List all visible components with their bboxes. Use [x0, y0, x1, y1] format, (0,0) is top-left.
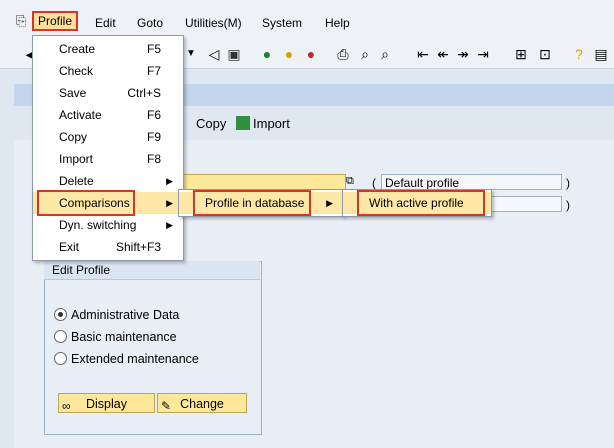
menu-item-label: Import — [59, 152, 94, 166]
submenu-arrow-icon: ▶ — [166, 220, 173, 230]
pencil-icon: ✎ — [161, 399, 172, 413]
find-next-icon[interactable]: ⌕ — [376, 45, 394, 63]
menu-item-label: Create — [59, 42, 96, 56]
comparisons-highlight — [37, 190, 135, 216]
close-paren: ) — [566, 176, 570, 190]
close-paren-2: ) — [566, 198, 570, 212]
menu-item-create[interactable]: Create F5 — [33, 38, 183, 60]
submenu-arrow-icon: ▶ — [166, 176, 173, 186]
radio-selected-icon — [54, 308, 67, 321]
menu-item-activate[interactable]: Activate F6 — [33, 104, 183, 126]
last-page-icon[interactable]: ⇥ — [474, 45, 492, 63]
profile-menu: Create F5 Check F7 Save Ctrl+S Activate F6 C… — [32, 35, 184, 261]
prev-page-icon[interactable]: ↞ — [434, 45, 452, 63]
radio-label: Basic maintenance — [71, 330, 177, 344]
edit-profile-title: Edit Profile — [52, 263, 111, 277]
edit-profile-header: Edit Profile — [44, 261, 260, 280]
menu-item-label: Check — [59, 64, 94, 78]
menu-help[interactable]: Help — [325, 16, 350, 30]
menu-item-label: Save — [59, 86, 87, 100]
menu-item-save[interactable]: Save Ctrl+S — [33, 82, 183, 104]
import-icon — [236, 116, 250, 130]
radio-unselected-icon — [54, 352, 67, 365]
menu-item-label: Exit — [59, 240, 80, 254]
radio-administrative-data[interactable]: Administrative Data — [54, 308, 179, 322]
menu-item-shortcut: F8 — [146, 152, 161, 166]
profile-in-database-highlight — [193, 190, 311, 216]
green-back-icon[interactable]: ● — [258, 45, 276, 63]
display-button[interactable]: ∞ Display — [58, 393, 155, 413]
shortcut-icon[interactable]: ⊡ — [536, 45, 554, 63]
menu-item-label: Activate — [59, 108, 102, 122]
menu-profile[interactable]: Profile — [32, 11, 79, 31]
radio-basic-maintenance[interactable]: Basic maintenance — [54, 330, 177, 344]
menu-item-delete[interactable]: Delete ▶ — [33, 170, 183, 192]
copy-button-label: Copy — [196, 116, 227, 131]
radio-unselected-icon — [54, 330, 67, 343]
open-paren: ( — [372, 176, 376, 190]
cancel-icon[interactable]: ● — [302, 45, 320, 63]
menu-item-shortcut: F6 — [146, 108, 161, 122]
menu-item-shortcut: Ctrl+S — [127, 86, 161, 100]
copy-button[interactable]: Copy — [179, 116, 226, 131]
menu-profile-label: Profile — [38, 14, 73, 28]
print-icon[interactable]: ⎙ — [334, 45, 352, 63]
help-icon[interactable]: ? — [570, 45, 588, 63]
import-button[interactable]: Import — [236, 116, 290, 131]
save-icon[interactable]: ▣ — [225, 45, 243, 63]
menu-item-label: Delete — [59, 174, 94, 188]
menu-edit[interactable]: Edit — [95, 16, 116, 30]
menu-item-exit[interactable]: Exit Shift+F3 — [33, 236, 183, 258]
second-field — [484, 196, 562, 212]
menu-item-check[interactable]: Check F7 — [33, 60, 183, 82]
value-help-icon[interactable]: ⧉ — [346, 175, 354, 188]
menu-goto[interactable]: Goto — [137, 16, 163, 30]
menu-item-import[interactable]: Import F8 — [33, 148, 183, 170]
display-button-label: Display — [86, 397, 127, 411]
new-session-icon[interactable]: ⊞ — [512, 45, 530, 63]
with-active-profile-highlight — [357, 190, 485, 216]
menu-item-label: Copy — [59, 130, 88, 144]
exit-icon[interactable]: ● — [280, 45, 298, 63]
menu-item-label: Dyn. switching — [59, 218, 137, 232]
change-button[interactable]: ✎ Change — [157, 393, 247, 413]
menu-system[interactable]: System — [262, 16, 302, 30]
menu-item-shortcut: F5 — [146, 42, 161, 56]
layout-icon[interactable]: ▤ — [592, 45, 610, 63]
menu-icon[interactable]: ⎘ — [16, 13, 30, 28]
menu-item-shortcut: F9 — [146, 130, 161, 144]
profile-input[interactable] — [180, 174, 346, 190]
menu-item-copy[interactable]: Copy F9 — [33, 126, 183, 148]
default-profile-field: Default profile — [381, 174, 562, 190]
submenu-arrow-icon: ▶ — [166, 198, 173, 208]
submenu-arrow-icon: ▶ — [326, 198, 333, 208]
radio-label: Administrative Data — [71, 308, 180, 322]
first-page-icon[interactable]: ⇤ — [414, 45, 432, 63]
find-icon[interactable]: ⌕ — [356, 45, 374, 63]
radio-extended-maintenance[interactable]: Extended maintenance — [54, 352, 199, 366]
import-button-label: Import — [253, 116, 290, 131]
glasses-icon: ∞ — [62, 399, 71, 413]
next-page-icon[interactable]: ↠ — [454, 45, 472, 63]
back-arrow-icon[interactable]: ◁ — [205, 45, 223, 63]
change-button-label: Change — [180, 397, 224, 411]
menu-item-shortcut: Shift+F3 — [115, 240, 161, 254]
dropdown-icon[interactable]: ▼ — [182, 45, 200, 63]
radio-label: Extended maintenance — [71, 352, 199, 366]
menu-item-shortcut: F7 — [146, 64, 161, 78]
menu-utilities[interactable]: Utilities(M) — [185, 16, 242, 30]
menu-item-dyn-switching[interactable]: Dyn. switching ▶ — [33, 214, 183, 236]
